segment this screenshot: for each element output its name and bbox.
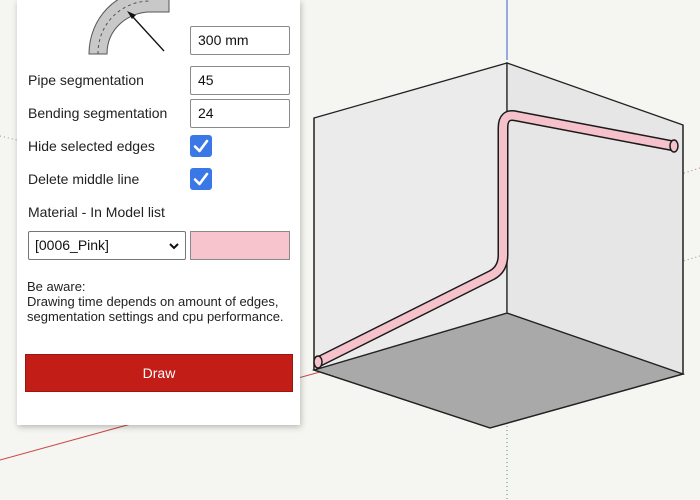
bending-segmentation-field[interactable]: 24	[190, 99, 290, 128]
delete-middle-label: Delete middle line	[28, 171, 140, 187]
pipe-segmentation-field[interactable]: 45	[190, 66, 290, 95]
warning-note: Be aware: Drawing time depends on amount…	[27, 279, 284, 324]
bend-radius-field[interactable]: 300 mm	[190, 26, 290, 55]
delete-middle-checkbox[interactable]	[190, 168, 212, 190]
pipe-segmentation-label: Pipe segmentation	[28, 72, 144, 88]
note-title: Be aware:	[27, 279, 86, 294]
hide-edges-label: Hide selected edges	[28, 138, 155, 154]
material-selected-value: [0006_Pink]	[35, 237, 109, 253]
note-line-2: segmentation settings and cpu performanc…	[27, 309, 284, 324]
material-select[interactable]: [0006_Pink]	[28, 231, 186, 260]
pipe-tool-panel: 300 mm Pipe segmentation 45 Bending segm…	[17, 0, 300, 425]
note-line-1: Drawing time depends on amount of edges,	[27, 294, 279, 309]
hide-edges-checkbox[interactable]	[190, 135, 212, 157]
material-color-swatch[interactable]	[190, 231, 290, 260]
material-label: Material - In Model list	[28, 204, 165, 220]
bend-diagram-icon	[88, 0, 170, 55]
checkmark-icon	[193, 139, 209, 153]
pipe-end-right	[669, 139, 679, 153]
draw-button[interactable]: Draw	[25, 354, 293, 392]
green-axis-dotted-3	[0, 135, 18, 141]
bending-segmentation-label: Bending segmentation	[28, 105, 168, 121]
checkmark-icon	[193, 172, 209, 186]
chevron-down-icon	[169, 243, 179, 250]
pipe-end-left	[313, 355, 323, 369]
